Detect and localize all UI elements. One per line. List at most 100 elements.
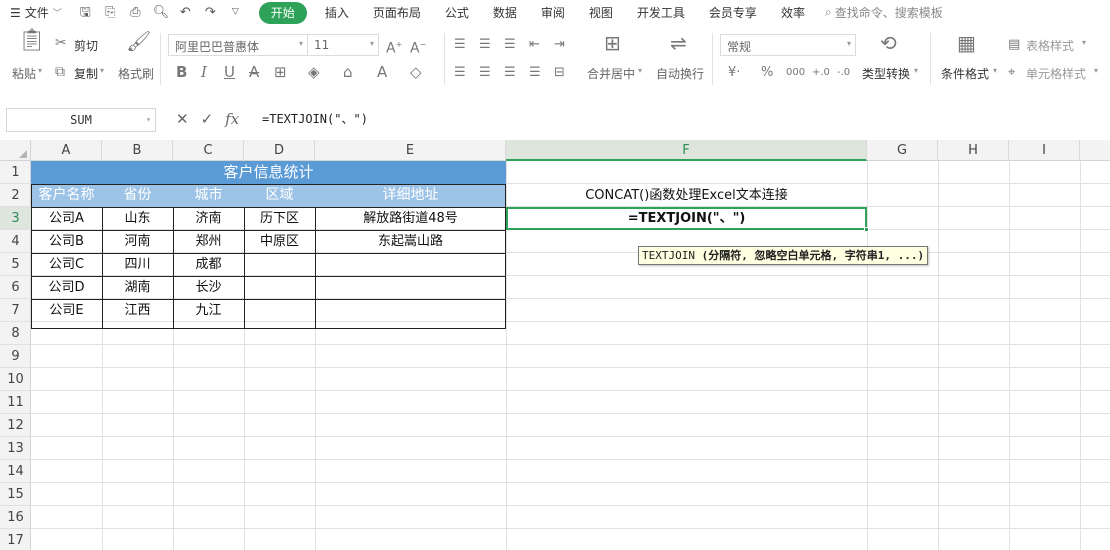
cell-f2[interactable]: CONCAT()函数处理Excel文本连接: [506, 184, 867, 207]
row-header[interactable]: 8: [0, 322, 31, 345]
bold-icon[interactable]: B: [176, 64, 187, 80]
table-cell[interactable]: 公司D: [31, 276, 102, 299]
row-header[interactable]: 6: [0, 276, 31, 299]
column-header-d[interactable]: D: [244, 140, 315, 161]
row-header[interactable]: 10: [0, 368, 31, 391]
column-header-i[interactable]: I: [1009, 140, 1080, 161]
tab-review[interactable]: 审阅: [529, 2, 577, 24]
name-box[interactable]: SUM ▾: [6, 108, 156, 132]
confirm-icon[interactable]: ✓: [201, 110, 214, 128]
table-cell[interactable]: 公司A: [31, 207, 102, 230]
indent-icon[interactable]: ⇥: [554, 37, 565, 53]
table-cell[interactable]: 公司C: [31, 253, 102, 276]
decrease-decimal-icon[interactable]: -.0: [837, 65, 850, 81]
justify-icon[interactable]: ☰: [529, 65, 541, 81]
row-header[interactable]: 11: [0, 391, 31, 414]
fill-color-icon[interactable]: ◈: [308, 64, 320, 80]
borders-icon[interactable]: ⊞: [274, 64, 287, 80]
tab-home[interactable]: 开始: [258, 1, 307, 24]
column-header-f[interactable]: F: [506, 140, 867, 161]
type-convert-button[interactable]: 类型转换: [862, 65, 910, 82]
print-preview-icon[interactable]: 🔍︎: [153, 5, 170, 20]
table-cell[interactable]: [244, 299, 315, 322]
outdent-icon[interactable]: ⇤: [529, 37, 540, 53]
table-cell[interactable]: [315, 299, 506, 322]
row-header[interactable]: 15: [0, 483, 31, 506]
conditional-format-dropdown-icon[interactable]: ▾: [993, 66, 997, 75]
cell-style-button[interactable]: 单元格样式: [1026, 65, 1086, 82]
row-header[interactable]: 12: [0, 414, 31, 437]
wrap-text-button[interactable]: 自动换行: [656, 65, 704, 82]
row-header[interactable]: 17: [0, 529, 31, 550]
merge-dropdown-icon[interactable]: ▾: [638, 66, 642, 75]
type-convert-dropdown-icon[interactable]: ▾: [914, 66, 918, 75]
table-title[interactable]: 客户信息统计: [31, 161, 506, 184]
save-icon[interactable]: 🖫: [78, 5, 93, 20]
table-cell[interactable]: 公司B: [31, 230, 102, 253]
column-header-a[interactable]: A: [31, 140, 102, 161]
paste-icon[interactable]: 📋︎: [18, 30, 46, 52]
cell-area[interactable]: 客户信息统计 客户名称 省份 城市 区域 详细地址 公司A 山东 济南 历下区 解放路街…: [31, 161, 1110, 550]
cancel-icon[interactable]: ✕: [176, 110, 189, 128]
table-cell[interactable]: 历下区: [244, 207, 315, 230]
align-bottom-icon[interactable]: ☰: [504, 37, 516, 53]
cut-button[interactable]: 剪切: [74, 37, 98, 54]
row-header[interactable]: 16: [0, 506, 31, 529]
tab-data[interactable]: 数据: [481, 2, 529, 24]
copy-button[interactable]: 复制: [74, 65, 98, 82]
tab-efficiency[interactable]: 效率: [769, 2, 817, 24]
table-cell[interactable]: 四川: [102, 253, 173, 276]
file-menu[interactable]: ☰ 文件 ﹀: [10, 4, 62, 21]
column-header-g[interactable]: G: [867, 140, 938, 161]
header-customer-name[interactable]: 客户名称: [31, 184, 102, 207]
tab-view[interactable]: 视图: [577, 2, 625, 24]
row-header[interactable]: 7: [0, 299, 31, 322]
conditional-format-button[interactable]: 条件格式: [941, 65, 989, 82]
column-header-h[interactable]: H: [938, 140, 1009, 161]
italic-icon[interactable]: I: [201, 64, 207, 80]
header-address[interactable]: 详细地址: [315, 184, 506, 207]
increase-decimal-icon[interactable]: +.0: [812, 65, 830, 81]
table-cell[interactable]: 解放路街道48号: [315, 207, 506, 230]
table-cell[interactable]: 公司E: [31, 299, 102, 322]
decrease-font-icon[interactable]: A−: [410, 37, 426, 57]
copy-dropdown-icon[interactable]: ▾: [100, 66, 104, 75]
table-cell[interactable]: 成都: [173, 253, 244, 276]
align-top-icon[interactable]: ☰: [454, 37, 466, 53]
table-cell[interactable]: 江西: [102, 299, 173, 322]
distributed-icon[interactable]: ⊟: [554, 65, 565, 81]
row-header[interactable]: 14: [0, 460, 31, 483]
row-header[interactable]: 2: [0, 184, 31, 207]
row-header[interactable]: 13: [0, 437, 31, 460]
table-cell[interactable]: 山东: [102, 207, 173, 230]
table-cell[interactable]: [244, 253, 315, 276]
table-cell[interactable]: [315, 276, 506, 299]
tab-insert[interactable]: 插入: [313, 2, 361, 24]
quick-access-dropdown-icon[interactable]: ▽: [228, 5, 243, 20]
currency-icon[interactable]: ¥·: [728, 65, 740, 81]
font-color-icon[interactable]: ⌂: [343, 64, 353, 80]
column-header-b[interactable]: B: [102, 140, 173, 161]
align-middle-icon[interactable]: ☰: [479, 37, 491, 53]
cell-style-dropdown-icon[interactable]: ▾: [1094, 66, 1098, 75]
formula-input[interactable]: =TEXTJOIN("、"): [262, 109, 368, 129]
column-header-c[interactable]: C: [173, 140, 244, 161]
column-header-e[interactable]: E: [315, 140, 506, 161]
table-cell[interactable]: 东起嵩山路: [315, 230, 506, 253]
strikethrough-icon[interactable]: A: [249, 64, 259, 80]
underline-icon[interactable]: U: [224, 64, 235, 80]
highlight-icon[interactable]: A: [377, 64, 387, 80]
select-all-button[interactable]: [0, 140, 31, 161]
font-size-select[interactable]: 11 ▾: [307, 34, 379, 56]
percent-icon[interactable]: %: [761, 65, 773, 81]
font-name-select[interactable]: 阿里巴巴普惠体 ▾: [168, 34, 308, 56]
paste-dropdown-icon[interactable]: ▾: [38, 66, 42, 75]
insert-function-icon[interactable]: fx: [225, 110, 239, 128]
table-cell[interactable]: [244, 276, 315, 299]
row-header[interactable]: 5: [0, 253, 31, 276]
tab-page-layout[interactable]: 页面布局: [361, 2, 433, 24]
increase-font-icon[interactable]: A+: [386, 37, 402, 57]
format-painter-button[interactable]: 格式刷: [118, 65, 154, 82]
align-left-icon[interactable]: ☰: [454, 65, 466, 81]
command-search[interactable]: ⌕ 查找命令、搜索模板: [825, 4, 943, 21]
